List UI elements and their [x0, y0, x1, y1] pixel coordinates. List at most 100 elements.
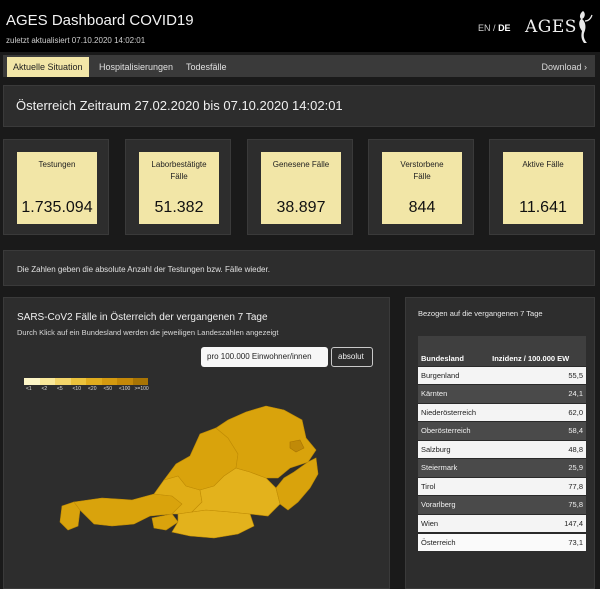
logo-text: AGES	[525, 17, 577, 37]
table-row[interactable]: Niederösterreich 62,0	[418, 402, 586, 422]
region-name: Österreich	[418, 531, 490, 551]
table-header-row: Bundesland Inzidenz / 100.000 EW	[418, 336, 586, 366]
region-osttirol[interactable]	[151, 513, 179, 531]
stat-label: Genesene Fälle	[272, 160, 330, 169]
table-row[interactable]: Steiermark 25,9	[418, 458, 586, 477]
region-name: Steiermark	[418, 458, 490, 477]
app-header: AGES Dashboard COVID19 zuletzt aktualisi…	[0, 0, 600, 52]
legend-swatch	[132, 378, 148, 385]
ages-logo[interactable]: AGES	[525, 11, 593, 45]
stat-card: Verstorbene Fälle 844	[382, 152, 462, 224]
table-row[interactable]: Kärnten 24,1	[418, 384, 586, 403]
download-link[interactable]: Download ›	[541, 57, 587, 77]
language-switcher: EN / DE	[478, 23, 511, 33]
incidence-value: 75,8	[489, 495, 586, 514]
legend-swatch	[24, 378, 40, 385]
legend-swatch	[39, 378, 55, 385]
incidence-value: 48,8	[489, 439, 586, 459]
incidence-value: 73,1	[489, 531, 586, 551]
austria-map	[59, 405, 319, 539]
stat-panel-laborbestaetigte: Laborbestätigte Fälle 51.382	[125, 139, 231, 235]
main-nav: Aktuelle Situation Hospitalisierungen To…	[3, 55, 595, 77]
incidence-value: 147,4	[489, 513, 586, 533]
app-title: AGES Dashboard COVID19	[6, 12, 194, 29]
table-row[interactable]: Wien 147,4	[418, 513, 586, 533]
stat-value: 51.382	[154, 199, 204, 216]
legend-label: <1	[26, 386, 32, 392]
incidence-value: 77,8	[489, 476, 586, 496]
stat-label: Aktive Fälle	[522, 160, 564, 169]
ages-figure-logo-icon	[579, 11, 593, 43]
stat-value: 11.641	[519, 199, 567, 216]
tab-aktuelle-situation[interactable]: Aktuelle Situation	[7, 57, 89, 77]
incidence-value: 55,5	[489, 365, 586, 385]
region-name: Kärnten	[418, 384, 490, 403]
region-kaernten[interactable]	[171, 509, 255, 539]
incidence-value: 62,0	[489, 402, 586, 422]
tab-todesfaelle[interactable]: Todesfälle	[180, 57, 233, 77]
stat-value: 844	[408, 199, 436, 216]
legend-swatch	[70, 378, 86, 385]
incidence-value: 58,4	[489, 421, 586, 440]
legend-swatch	[55, 378, 71, 385]
stat-panel-aktive: Aktive Fälle 11.641	[489, 139, 595, 235]
period-panel: Österreich Zeitraum 27.02.2020 bis 07.10…	[3, 85, 595, 127]
table-row[interactable]: Vorarlberg 75,8	[418, 495, 586, 514]
stat-card: Testungen 1.735.094	[17, 152, 97, 224]
legend-label: <5	[57, 386, 63, 392]
stat-label: Testungen	[38, 160, 76, 169]
stat-value: 38.897	[276, 199, 326, 216]
legend-label: <50	[103, 386, 112, 392]
incidence-panel: Bezogen auf die vergangenen 7 Tage Bunde…	[405, 297, 595, 589]
stat-panel-verstorbene: Verstorbene Fälle 844	[368, 139, 474, 235]
legend-label: <100	[119, 386, 131, 392]
absolute-button[interactable]: absolut	[331, 347, 373, 367]
map-panel: SARS-CoV2 Fälle in Österreich der vergan…	[3, 297, 390, 589]
legend-label: <10	[72, 386, 81, 392]
legend-label: <2	[41, 386, 48, 392]
region-name: Tirol	[418, 476, 490, 496]
lang-de-link[interactable]: DE	[498, 23, 511, 33]
lang-en-link[interactable]: EN	[478, 23, 491, 33]
stat-value: 1.735.094	[21, 199, 93, 216]
legend-label: >=100	[134, 386, 149, 392]
incidence-value: 25,9	[489, 458, 586, 477]
column-header-inzidenz[interactable]: Inzidenz / 100.000 EW	[489, 336, 586, 366]
tab-hospitalisierungen[interactable]: Hospitalisierungen	[93, 57, 179, 77]
map-title: SARS-CoV2 Fälle in Österreich der vergan…	[17, 312, 268, 323]
last-updated: zuletzt aktualisiert 07.10.2020 14:02:01	[6, 36, 146, 45]
per-100k-button[interactable]: pro 100.000 Einwohner/innen	[201, 347, 328, 367]
region-name: Burgenland	[418, 365, 490, 385]
note-panel: Die Zahlen geben die absolute Anzahl der…	[3, 250, 595, 286]
incidence-value: 24,1	[489, 384, 586, 403]
column-header-bundesland[interactable]: Bundesland	[418, 336, 490, 366]
region-name: Wien	[418, 513, 490, 533]
incidence-table: Bundesland Inzidenz / 100.000 EW Burgenl…	[418, 336, 586, 551]
lang-separator: /	[493, 23, 496, 33]
legend-labels: <1 <2 <5 <10 <20 <50 <100 >=100	[24, 386, 164, 395]
table-total-row[interactable]: Österreich 73,1	[418, 531, 586, 551]
stat-card: Aktive Fälle 11.641	[503, 152, 583, 224]
legend-swatch	[117, 378, 133, 385]
table-row[interactable]: Burgenland 55,5	[418, 365, 586, 385]
region-name: Oberösterreich	[418, 421, 490, 440]
stat-card: Laborbestätigte Fälle 51.382	[139, 152, 219, 224]
stat-card: Genesene Fälle 38.897	[261, 152, 341, 224]
incidence-heading: Bezogen auf die vergangenen 7 Tage	[418, 309, 543, 318]
region-name: Salzburg	[418, 439, 490, 459]
table-row[interactable]: Tirol 77,8	[418, 476, 586, 496]
period-title: Österreich Zeitraum 27.02.2020 bis 07.10…	[16, 98, 343, 113]
note-text: Die Zahlen geben die absolute Anzahl der…	[17, 265, 270, 274]
map-subtitle: Durch Klick auf ein Bundesland werden di…	[17, 328, 279, 337]
table-row[interactable]: Salzburg 48,8	[418, 439, 586, 459]
region-name: Niederösterreich	[418, 402, 490, 422]
table-row[interactable]: Oberösterreich 58,4	[418, 421, 586, 440]
region-name: Vorarlberg	[418, 495, 490, 514]
legend-swatch	[101, 378, 117, 385]
legend-label: <20	[88, 386, 97, 392]
stat-label: Laborbestätigte Fälle	[151, 160, 207, 181]
stat-panel-genesene: Genesene Fälle 38.897	[247, 139, 353, 235]
legend-swatch	[86, 378, 102, 385]
stat-label: Verstorbene Fälle	[400, 160, 444, 181]
stat-panel-testungen: Testungen 1.735.094	[3, 139, 109, 235]
